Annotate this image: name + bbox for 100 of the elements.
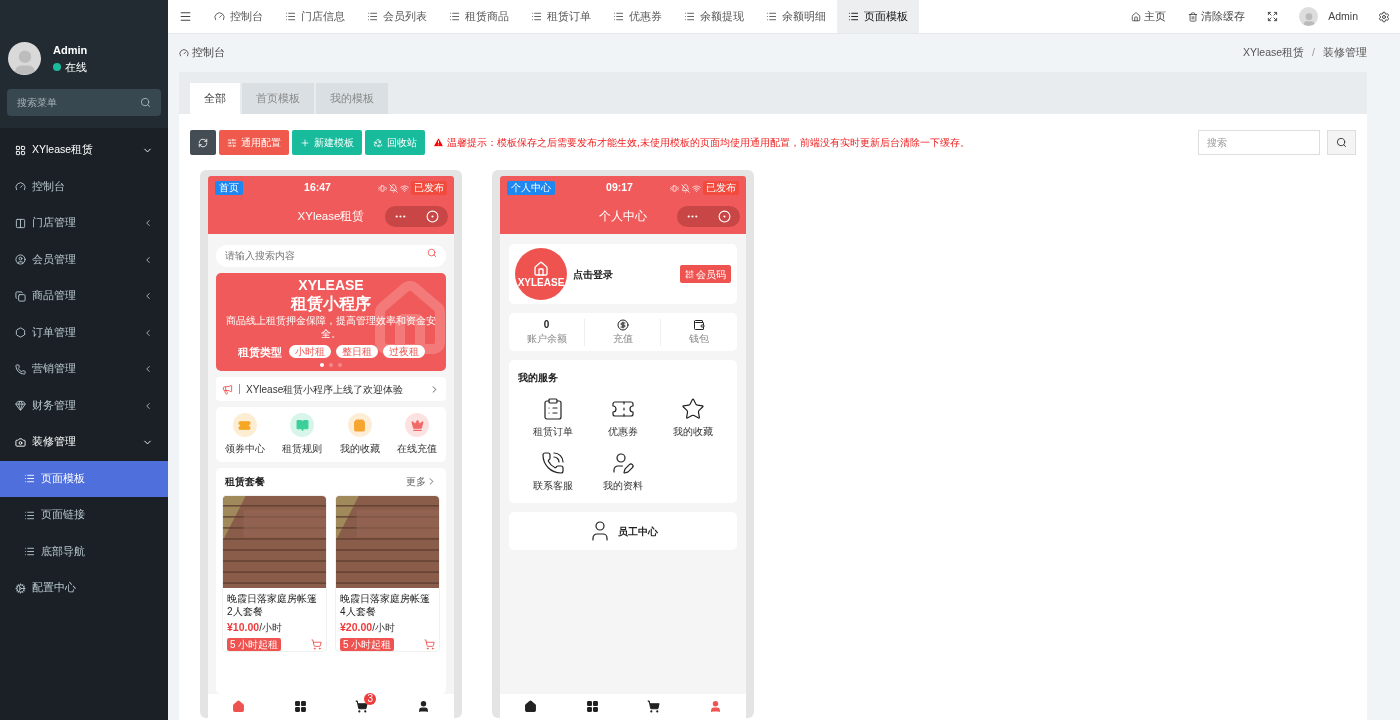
service-label[interactable]: 我的收藏	[673, 424, 713, 439]
clipboard-icon[interactable]	[541, 397, 565, 421]
product-name: 晚霞日落家庭房帐篷2人套餐	[227, 592, 318, 618]
list-icon	[613, 11, 624, 22]
search-icon[interactable]	[427, 248, 437, 258]
nav-link[interactable]: 主页	[1120, 8, 1178, 25]
brand-logo: XYLEASE	[515, 248, 567, 300]
submenu-item[interactable]: 页面链接	[0, 497, 168, 534]
grid-icon[interactable]	[293, 699, 307, 713]
service-label[interactable]: 联系客服	[533, 478, 573, 493]
settings-icon[interactable]	[1378, 10, 1390, 23]
staff-center-card[interactable]: 员工中心	[509, 512, 737, 550]
search-icon[interactable]	[140, 97, 151, 108]
capsule-buttons[interactable]	[385, 206, 448, 227]
shortcut-label[interactable]: 租赁规则	[282, 441, 323, 456]
stat-value: 0	[543, 318, 550, 331]
capsule-buttons[interactable]	[677, 206, 740, 227]
min-rental-tag: 5 小时起租	[227, 637, 282, 651]
user-edit-icon[interactable]	[611, 451, 635, 475]
submenu-item[interactable]: 页面模板	[0, 460, 168, 497]
menu-item[interactable]: 商品管理	[0, 278, 168, 315]
refresh-icon	[198, 137, 208, 148]
notice-bar[interactable]: XYlease租赁小程序上线了欢迎体验	[216, 377, 446, 401]
phone-search-field[interactable]: 请输入搜索内容	[216, 244, 446, 267]
user-name[interactable]: Admin	[1328, 8, 1358, 25]
phone-frame[interactable]: 首页 16:47 已发布 XYlease租赁 请输入搜索内容 XYLEASE 租赁小程序 商品线上租赁押金保障，提高管理效率和资金安全。 租赁类型 小时租 整日租 过夜租 XYlease租赁小程序上线了欢迎体验 领券中心 租赁规则 我的收藏 在线充值 租赁套餐 更多 晚霞日落家庭房帐篷2人套餐 ¥10.00/小时 5 小时起租 晚霞日落家庭房帐篷4人套餐 ¥20.00/小时 5 小时起租 3	[200, 170, 462, 718]
phone-icon	[15, 363, 26, 375]
trash-icon	[1188, 11, 1199, 22]
rental-type-chip: 小时租	[288, 345, 331, 359]
menu-item[interactable]: 装修管理	[0, 424, 168, 461]
phone-frame[interactable]: 个人中心 09:17 已发布 个人中心 XYLEASE 点击登录 会员码 0 账户余额 充值 钱包 我的服务 租赁订单 优惠券 我的收藏 联系客服 我的资料 员工中心	[492, 170, 754, 718]
menu-item[interactable]: 会员管理	[0, 241, 168, 278]
shortcut-label[interactable]: 在线充值	[397, 441, 438, 456]
menu-item[interactable]: 订单管理	[0, 314, 168, 351]
home-icon	[1131, 11, 1142, 22]
star-icon[interactable]	[681, 397, 705, 421]
list-icon	[24, 546, 35, 558]
nav-link[interactable]: 清除缓存	[1177, 8, 1257, 25]
stat-label[interactable]: 账户余额	[526, 330, 567, 346]
copy-icon	[15, 290, 26, 302]
rental-type-chip: 过夜租	[382, 345, 425, 359]
gauge-icon	[15, 181, 26, 193]
shortcut-label[interactable]: 我的收藏	[339, 441, 380, 456]
close-circle-icon[interactable]	[717, 210, 731, 223]
refresh-button[interactable]	[190, 130, 216, 155]
submenu-item[interactable]: 底部导航	[0, 533, 168, 570]
more-link[interactable]: 更多	[406, 474, 426, 489]
product-price: ¥20.00	[340, 620, 373, 635]
close-circle-icon[interactable]	[425, 210, 439, 223]
menu-item[interactable]: 配置中心	[0, 570, 168, 607]
template-tab[interactable]: 全部	[190, 83, 240, 114]
login-link[interactable]: 点击登录	[573, 266, 674, 282]
price-unit: /小时	[259, 621, 282, 635]
product-card[interactable]: 晚霞日落家庭房帐篷4人套餐 ¥20.00/小时 5 小时起租	[335, 495, 440, 652]
service-label[interactable]: 租赁订单	[533, 424, 573, 439]
fullscreen-icon[interactable]	[1267, 11, 1279, 22]
list-icon	[24, 473, 35, 485]
phone-icon[interactable]	[541, 451, 565, 475]
stat-label[interactable]: 钱包	[689, 330, 709, 346]
cart-icon[interactable]	[355, 699, 369, 713]
gem-icon	[15, 400, 26, 412]
service-label[interactable]: 优惠券	[608, 424, 638, 439]
menu-item[interactable]: 门店管理	[0, 205, 168, 242]
service-label[interactable]: 我的资料	[603, 478, 643, 493]
user-status: 在线	[65, 59, 87, 75]
page-tag: 首页	[215, 181, 243, 195]
recycle-icon	[373, 137, 383, 148]
menu-item[interactable]: 营销管理	[0, 351, 168, 388]
menu-item[interactable]: 财务管理	[0, 387, 168, 424]
user-icon[interactable]	[416, 699, 430, 713]
vibrate-icon	[670, 183, 679, 193]
menu-search-field[interactable]: 搜索菜单	[7, 89, 161, 116]
home-icon[interactable]	[524, 699, 538, 713]
banner-brand: XYLEASE	[298, 276, 364, 293]
breadcrumb-link[interactable]: 装修管理	[1323, 45, 1367, 61]
banner-label: 租赁类型	[237, 344, 282, 360]
hexagon-icon	[15, 327, 26, 339]
gauge-icon	[214, 11, 225, 22]
qr-code-icon	[685, 269, 694, 279]
product-card[interactable]: 晚霞日落家庭房帐篷2人套餐 ¥10.00/小时 5 小时起租	[222, 495, 327, 652]
breadcrumb-link[interactable]: XYlease租赁	[1242, 45, 1305, 61]
shortcut-label[interactable]: 领券中心	[224, 441, 265, 456]
cart-icon[interactable]	[647, 699, 661, 713]
avatar	[1299, 7, 1319, 26]
rental-type-chip: 整日租	[335, 345, 378, 359]
search-button[interactable]	[1327, 130, 1356, 155]
stat-label[interactable]: 充值	[612, 330, 633, 346]
mute-icon	[389, 183, 398, 193]
menu-icon[interactable]	[179, 10, 192, 23]
nav-tab[interactable]: 页面模板	[837, 0, 919, 33]
search-field[interactable]: 搜索	[1198, 130, 1320, 155]
menu-item[interactable]: 控制台	[0, 168, 168, 205]
grid-icon[interactable]	[585, 699, 599, 713]
menu-item[interactable]: XYlease租赁	[0, 132, 168, 169]
mini-program-title: 个人中心	[599, 209, 647, 225]
coin-icon[interactable]	[616, 318, 629, 331]
crown-icon[interactable]	[410, 418, 424, 432]
wallet-icon[interactable]	[693, 318, 705, 331]
list-icon	[449, 11, 460, 22]
warning-icon	[433, 137, 444, 148]
